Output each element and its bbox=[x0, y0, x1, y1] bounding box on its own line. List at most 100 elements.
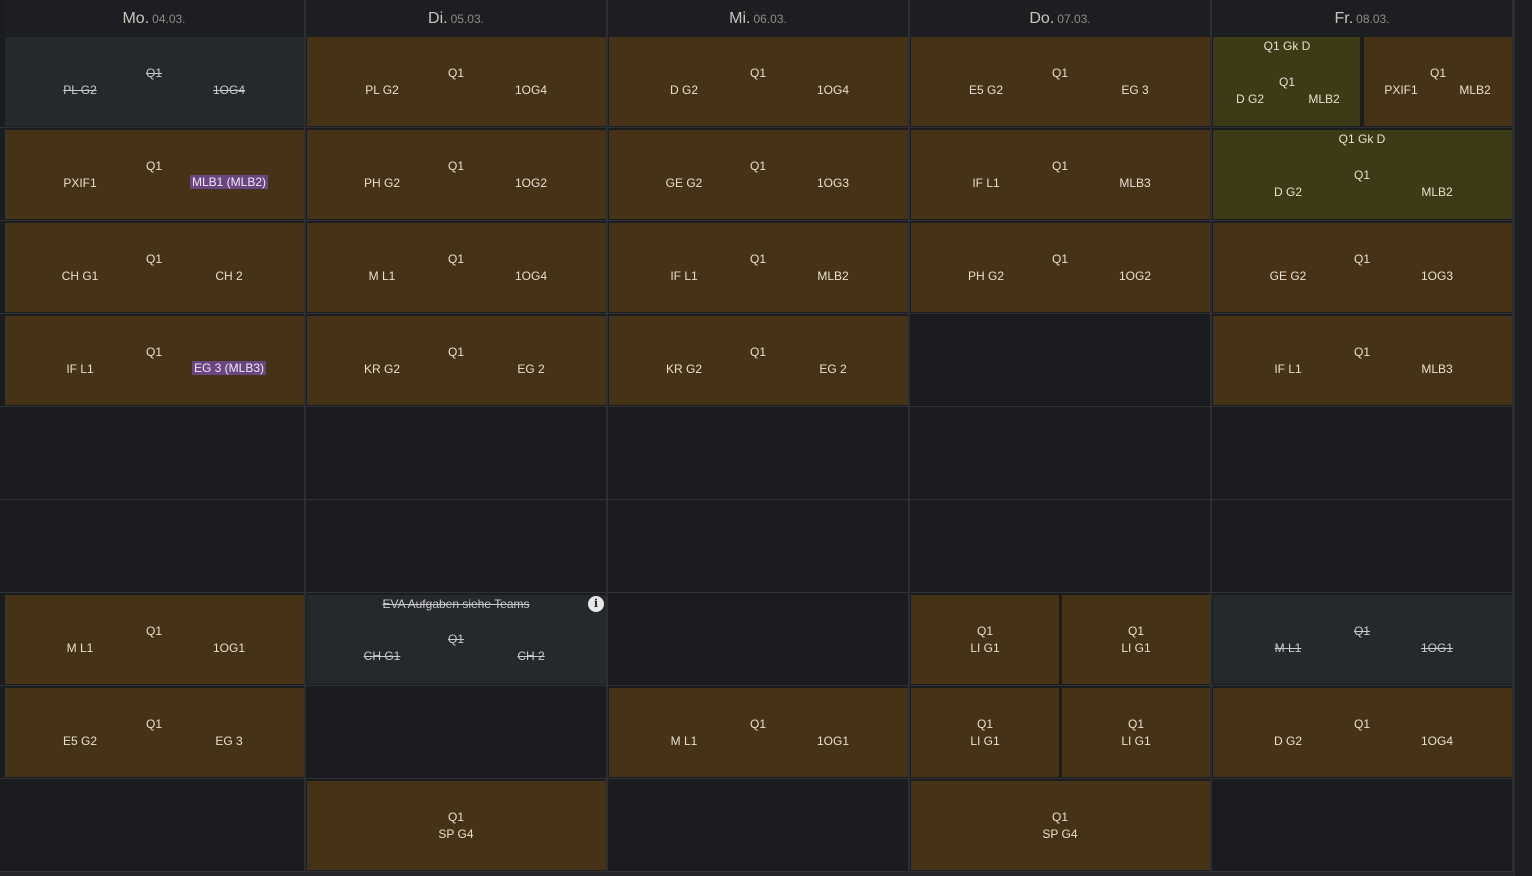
lesson-group: Q1 bbox=[447, 66, 465, 80]
lesson-group: Q1 bbox=[1429, 66, 1447, 80]
lesson-cell[interactable]: Q1 GE G2 1OG3 bbox=[609, 130, 908, 219]
lesson-group: Q1 bbox=[1353, 168, 1371, 182]
lesson-room: 1OG2 bbox=[1118, 269, 1152, 283]
lesson-cell[interactable]: Q1 LI G1 bbox=[911, 688, 1059, 777]
exam-cell[interactable]: Q1 Gk D Q1 D G2 MLB2 bbox=[1213, 37, 1360, 126]
lesson-cell[interactable]: Q1 GE G2 1OG3 bbox=[1213, 223, 1512, 312]
lesson-subject: PL G2 bbox=[365, 83, 399, 97]
lesson-subject: LI G1 bbox=[1121, 641, 1151, 655]
day-header-mo[interactable]: Mo. 04.03. bbox=[4, 0, 306, 36]
lesson-cell[interactable]: Q1 KR G2 EG 2 bbox=[609, 316, 908, 405]
lesson-room: 1OG1 bbox=[816, 734, 850, 748]
lesson-subject: D G2 bbox=[1273, 185, 1303, 199]
day-header-do[interactable]: Do. 07.03. bbox=[910, 0, 1212, 36]
lesson-room: 1OG1 bbox=[212, 641, 246, 655]
lesson-subject: M L1 bbox=[670, 734, 698, 748]
lesson-room: MLB2 bbox=[817, 269, 849, 283]
lesson-cell[interactable]: Q1 CH G1 CH 2 bbox=[5, 223, 304, 312]
lesson-cell[interactable]: Q1 IF L1 MLB3 bbox=[1213, 316, 1512, 405]
lesson-subject: KR G2 bbox=[665, 362, 703, 376]
lesson-group: Q1 bbox=[447, 632, 465, 646]
lesson-subject: D G2 bbox=[669, 83, 699, 97]
lesson-subject: E5 G2 bbox=[62, 734, 98, 748]
lesson-group: Q1 bbox=[1353, 252, 1371, 266]
period-row bbox=[0, 407, 1514, 500]
lesson-subject: D G2 bbox=[1235, 92, 1265, 106]
lesson-cell[interactable]: Q1 SP G4 bbox=[307, 781, 606, 870]
lesson-room: 1OG3 bbox=[1420, 269, 1454, 283]
column-divider bbox=[304, 0, 306, 876]
lesson-subject: IF L1 bbox=[66, 362, 94, 376]
lesson-group: Q1 bbox=[1353, 624, 1371, 638]
lesson-subject: E5 G2 bbox=[968, 83, 1004, 97]
info-icon[interactable]: i bbox=[588, 596, 604, 612]
lesson-group: Q1 bbox=[447, 345, 465, 359]
lesson-note: EVA Aufgaben siehe Teams bbox=[382, 597, 530, 611]
lesson-cell[interactable]: Q1 PL G2 1OG4 bbox=[307, 37, 606, 126]
lesson-room: MLB2 bbox=[1308, 92, 1340, 106]
lesson-group: Q1 bbox=[1127, 624, 1145, 638]
lesson-room: 1OG4 bbox=[514, 83, 548, 97]
lesson-group: Q1 bbox=[145, 624, 163, 638]
lesson-cell[interactable]: Q1 M L1 1OG4 bbox=[307, 223, 606, 312]
exam-cell[interactable]: Q1 Gk D Q1 D G2 MLB2 bbox=[1213, 130, 1512, 219]
lesson-cell[interactable]: Q1 M L1 1OG1 bbox=[5, 595, 304, 684]
lesson-room: 1OG4 bbox=[1420, 734, 1454, 748]
day-header-mi[interactable]: Mi. 06.03. bbox=[608, 0, 910, 36]
lesson-group: Q1 bbox=[1051, 159, 1069, 173]
lesson-cell-cancelled[interactable]: Q1 M L1 1OG1 bbox=[1213, 595, 1512, 684]
lesson-group: Q1 bbox=[1051, 66, 1069, 80]
vertical-scrollbar[interactable] bbox=[1514, 0, 1532, 876]
lesson-subject: SP G4 bbox=[1042, 827, 1078, 841]
lesson-subject: LI G1 bbox=[970, 734, 1000, 748]
lesson-cell[interactable]: Q1 SP G4 bbox=[911, 781, 1210, 870]
lesson-cell[interactable]: Q1 LI G1 bbox=[1062, 688, 1210, 777]
lesson-room: MLB3 bbox=[1119, 176, 1151, 190]
lesson-group: Q1 bbox=[749, 345, 767, 359]
lesson-cell[interactable]: Q1 PXIF1 MLB1 (MLB2) bbox=[5, 130, 304, 219]
lesson-subject: M L1 bbox=[368, 269, 396, 283]
lesson-group: Q1 bbox=[145, 252, 163, 266]
day-header-di[interactable]: Di. 05.03. bbox=[306, 0, 608, 36]
lesson-room: MLB2 bbox=[1421, 185, 1453, 199]
lesson-subject: IF L1 bbox=[670, 269, 698, 283]
lesson-group: Q1 bbox=[447, 159, 465, 173]
lesson-cell[interactable]: Q1 D G2 1OG4 bbox=[609, 37, 908, 126]
lesson-room: 1OG4 bbox=[514, 269, 548, 283]
lesson-cell[interactable]: Q1 IF L1 MLB3 bbox=[911, 130, 1210, 219]
exam-title: Q1 Gk D bbox=[1338, 132, 1386, 146]
timetable-grid: Mo. 04.03. Di. 05.03. Mi. 06.03. Do. 07.03. … bbox=[0, 0, 1514, 876]
lesson-subject: CH G1 bbox=[363, 649, 401, 663]
lesson-group: Q1 bbox=[976, 717, 994, 731]
lesson-room: EG 3 bbox=[215, 734, 243, 748]
lesson-cell[interactable]: Q1 PXIF1 MLB2 bbox=[1364, 37, 1512, 126]
lesson-cell[interactable]: Q1 LI G1 bbox=[911, 595, 1059, 684]
lesson-cell[interactable]: Q1 LI G1 bbox=[1062, 595, 1210, 684]
lesson-room: 1OG4 bbox=[816, 83, 850, 97]
day-header-fr[interactable]: Fr. 08.03. bbox=[1212, 0, 1514, 36]
lesson-cell-cancelled[interactable]: Q1 PL G2 1OG4 bbox=[5, 37, 304, 126]
lesson-group: Q1 bbox=[1353, 345, 1371, 359]
lesson-cell[interactable]: Q1 IF L1 MLB2 bbox=[609, 223, 908, 312]
lesson-cell[interactable]: Q1 D G2 1OG4 bbox=[1213, 688, 1512, 777]
lesson-subject: GE G2 bbox=[1269, 269, 1307, 283]
lesson-cell-cancelled[interactable]: EVA Aufgaben siehe Teams i Q1 CH G1 CH 2 bbox=[307, 595, 606, 684]
lesson-group: Q1 bbox=[1051, 252, 1069, 266]
lesson-cell[interactable]: Q1 PH G2 1OG2 bbox=[307, 130, 606, 219]
lesson-cell[interactable]: Q1 IF L1 EG 3 (MLB3) bbox=[5, 316, 304, 405]
lesson-group: Q1 bbox=[145, 345, 163, 359]
lesson-group: Q1 bbox=[749, 717, 767, 731]
column-divider bbox=[908, 0, 910, 876]
lesson-subject: LI G1 bbox=[1121, 734, 1151, 748]
lesson-cell[interactable]: Q1 KR G2 EG 2 bbox=[307, 316, 606, 405]
lesson-cell[interactable]: Q1 E5 G2 EG 3 bbox=[5, 688, 304, 777]
period-row bbox=[0, 779, 1514, 872]
lesson-cell[interactable]: Q1 PH G2 1OG2 bbox=[911, 223, 1210, 312]
lesson-cell[interactable]: Q1 M L1 1OG1 bbox=[609, 688, 908, 777]
lesson-cell[interactable]: Q1 E5 G2 EG 3 bbox=[911, 37, 1210, 126]
lesson-room: MLB3 bbox=[1421, 362, 1453, 376]
lesson-group: Q1 bbox=[1278, 75, 1296, 89]
lesson-room: EG 3 bbox=[1121, 83, 1149, 97]
lesson-room: 1OG4 bbox=[212, 83, 246, 97]
lesson-subject: IF L1 bbox=[972, 176, 1000, 190]
